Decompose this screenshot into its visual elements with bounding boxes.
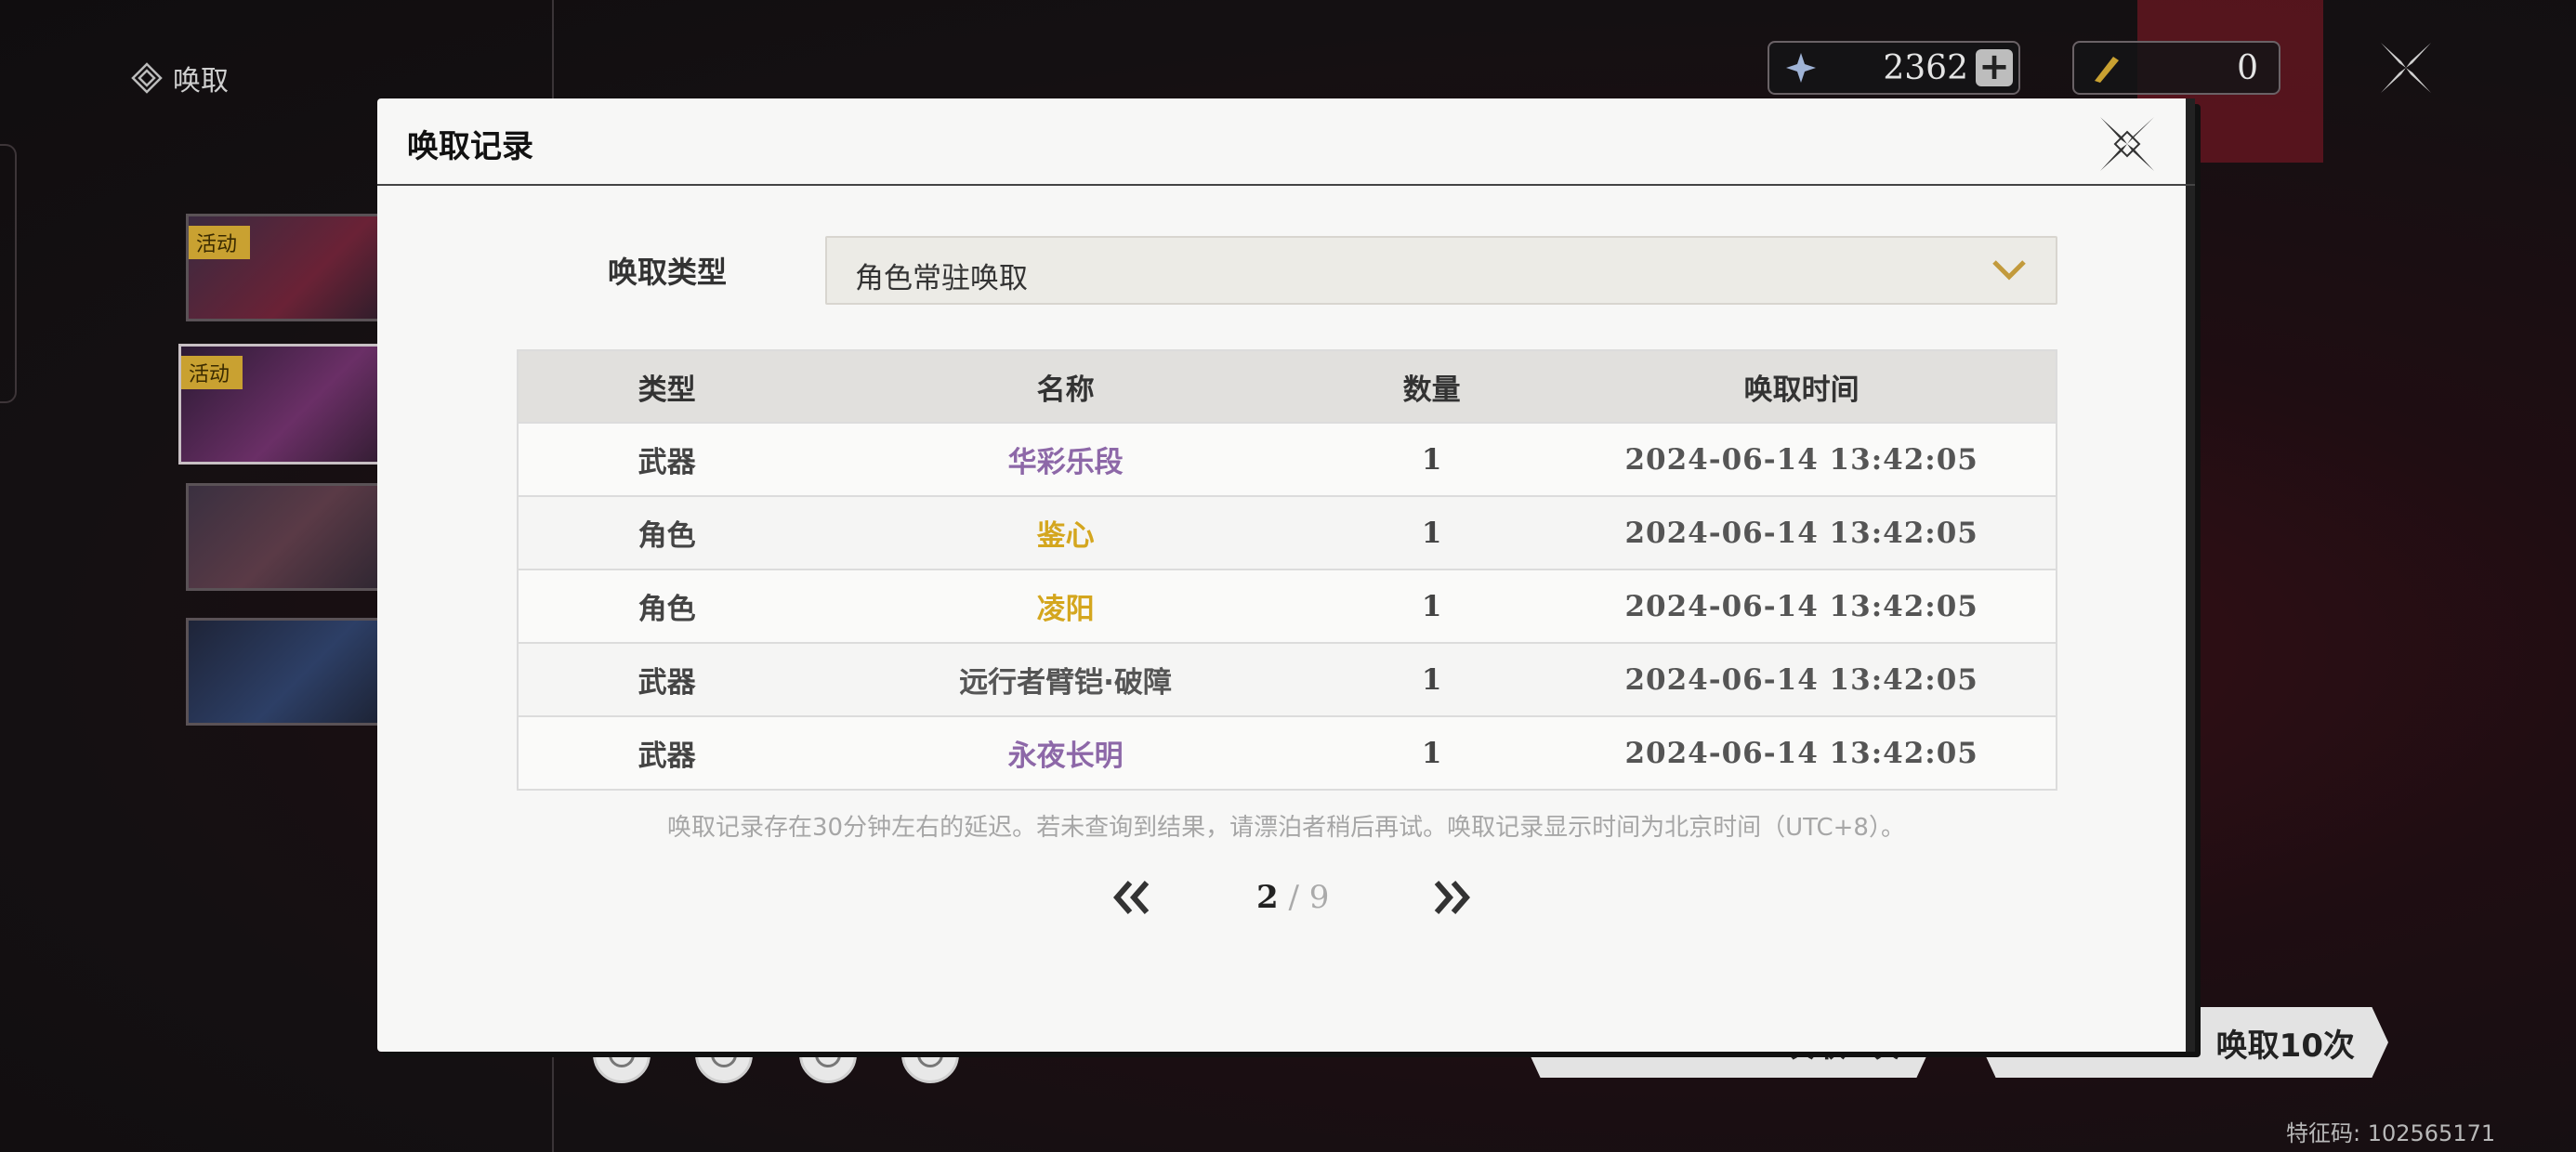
- close-icon[interactable]: [2095, 111, 2160, 177]
- cell-time: 2024-06-14 13:42:05: [1624, 516, 1978, 550]
- dropdown-selected-value: 角色常驻唤取: [855, 262, 1028, 295]
- cell-time: 2024-06-14 13:42:05: [1624, 736, 1978, 770]
- cell-time: 2024-06-14 13:42:05: [1624, 442, 1978, 477]
- cell-quantity: 1: [1421, 516, 1442, 550]
- header-time: 唤取时间: [1743, 373, 1860, 407]
- page-separator: /: [1288, 879, 1299, 916]
- modal-title: 唤取记录: [407, 128, 533, 165]
- lustrous-tide-icon: [2095, 57, 2119, 83]
- event-tag: 活动: [181, 356, 243, 389]
- cell-time: 2024-06-14 13:42:05: [1624, 589, 1978, 623]
- table-row: 武器 华彩乐段 1 2024-06-14 13:42:05: [519, 422, 2056, 495]
- table-row: 角色 凌阳 1 2024-06-14 13:42:05: [519, 569, 2056, 642]
- convene-type-label: 唤取类型: [608, 255, 728, 290]
- astrite-value: 2362: [1883, 48, 1968, 87]
- pull-10-label: 唤取10次: [2215, 1027, 2355, 1065]
- header-name: 名称: [1036, 373, 1095, 407]
- table-row: 角色 鉴心 1 2024-06-14 13:42:05: [519, 495, 2056, 569]
- table-header: 类型 名称 数量 唤取时间: [519, 351, 2056, 422]
- event-tag: 活动: [189, 226, 251, 259]
- convene-history-modal: 唤取记录 唤取类型 角色常驻唤取 类型 名称 数量 唤取时间 武器 华彩乐段 1…: [377, 98, 2195, 1052]
- cell-quantity: 1: [1421, 589, 1442, 623]
- player-id: 特征码: 102565171: [2286, 1120, 2496, 1146]
- screen-title-text: 唤取: [173, 65, 229, 98]
- banner-item-3[interactable]: [186, 483, 396, 591]
- next-page-icon[interactable]: [1427, 877, 1476, 918]
- previous-page-icon[interactable]: [1108, 877, 1156, 918]
- astrite-currency: 2362 +: [1768, 41, 2020, 95]
- cell-quantity: 1: [1421, 662, 1442, 697]
- cell-name: 鉴心: [1036, 519, 1095, 553]
- add-currency-button[interactable]: +: [1976, 48, 2013, 86]
- cell-name: 远行者臂铠·破障: [959, 666, 1172, 700]
- header-quantity: 数量: [1402, 373, 1461, 407]
- delay-notice: 唤取记录存在30分钟左右的延迟。若未查询到结果，请漂泊者稍后再试。唤取记录显示时…: [667, 814, 1905, 842]
- chevron-down-icon: [1992, 260, 2026, 281]
- modal-header: 唤取记录: [377, 98, 2195, 186]
- astrite-icon: [1786, 53, 1816, 83]
- cell-type: 角色: [637, 519, 696, 553]
- convene-icon: [131, 62, 163, 94]
- cell-type: 武器: [637, 666, 696, 700]
- pagination: 2 / 9: [377, 870, 2195, 925]
- cell-quantity: 1: [1421, 442, 1442, 477]
- tide-value: 0: [2237, 48, 2258, 87]
- screen-title: 唤取: [130, 58, 229, 98]
- history-table: 类型 名称 数量 唤取时间 武器 华彩乐段 1 2024-06-14 13:42…: [517, 349, 2057, 791]
- total-pages: 9: [1308, 879, 1330, 916]
- page-indicator: 2 / 9: [1256, 879, 1329, 916]
- convene-type-dropdown[interactable]: 角色常驻唤取: [825, 236, 2057, 305]
- cell-type: 武器: [637, 446, 696, 479]
- cell-name: 华彩乐段: [1007, 446, 1124, 479]
- cell-type: 角色: [637, 593, 696, 626]
- banner-item-4[interactable]: [186, 618, 396, 726]
- banner-item-2-selected[interactable]: 活动: [178, 344, 407, 465]
- current-page: 2: [1256, 879, 1279, 916]
- cell-name: 凌阳: [1036, 593, 1095, 626]
- side-drawer-handle[interactable]: [0, 144, 17, 403]
- banner-item-1[interactable]: 活动: [186, 214, 396, 321]
- cell-name: 永夜长明: [1007, 740, 1124, 773]
- exit-icon[interactable]: [2377, 39, 2435, 97]
- table-row: 武器 永夜长明 1 2024-06-14 13:42:05: [519, 715, 2056, 789]
- tide-currency: 0: [2072, 41, 2280, 95]
- cell-quantity: 1: [1421, 736, 1442, 770]
- table-row: 武器 远行者臂铠·破障 1 2024-06-14 13:42:05: [519, 642, 2056, 715]
- cell-type: 武器: [637, 740, 696, 773]
- cell-time: 2024-06-14 13:42:05: [1624, 662, 1978, 697]
- header-type: 类型: [637, 373, 696, 407]
